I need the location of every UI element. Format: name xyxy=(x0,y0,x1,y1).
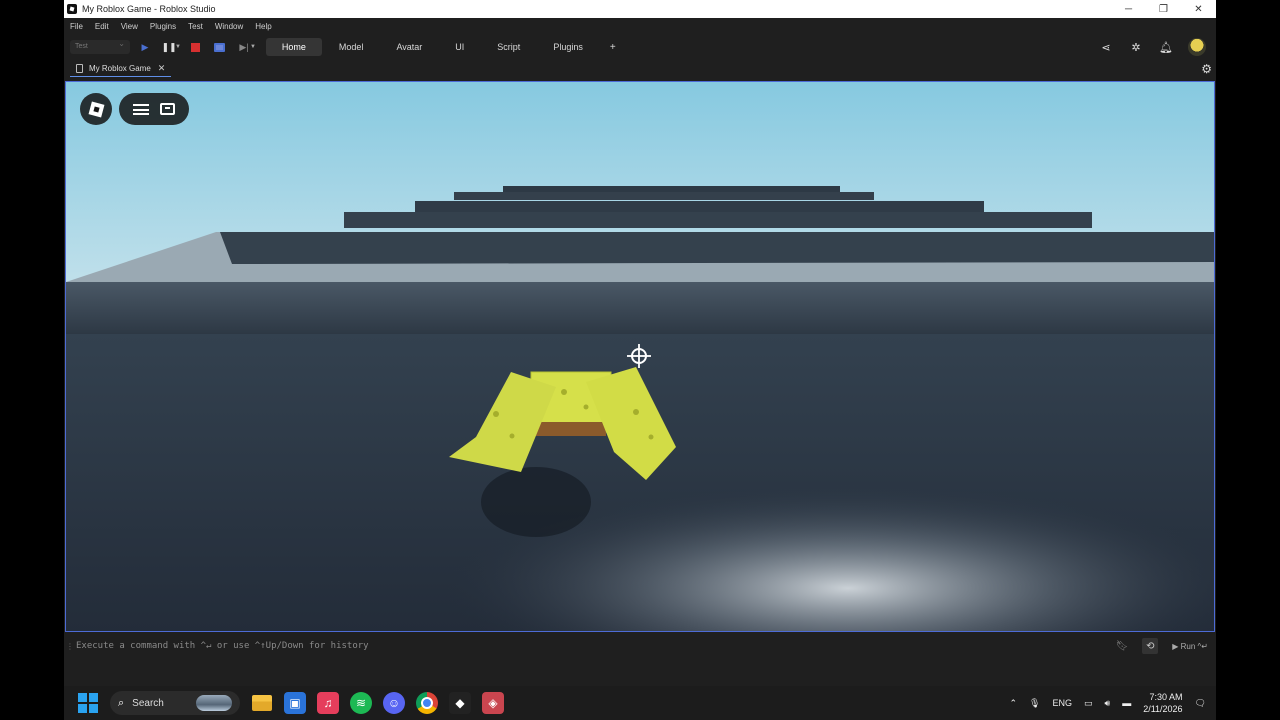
menu-help[interactable]: Help xyxy=(249,22,277,31)
apple-music-icon[interactable]: ♫ xyxy=(317,692,339,714)
menu-test[interactable]: Test xyxy=(182,22,209,31)
document-tab[interactable]: My Roblox Game ✕ xyxy=(70,61,172,77)
minimize-button[interactable]: ─ xyxy=(1111,4,1146,15)
stop-button[interactable] xyxy=(187,38,205,56)
share-icon[interactable]: ⋖ xyxy=(1098,41,1114,54)
windows-start-icon[interactable] xyxy=(78,693,98,713)
tab-ui[interactable]: UI xyxy=(439,38,480,56)
step-options-chevron-icon[interactable]: ▼ xyxy=(250,44,256,50)
chat-icon[interactable] xyxy=(160,103,176,115)
crosshair-icon xyxy=(627,344,651,368)
tab-model[interactable]: Model xyxy=(323,38,380,56)
language-indicator[interactable]: ENG xyxy=(1052,698,1072,708)
run-button[interactable]: ▶ Run ^↵ xyxy=(1172,642,1208,651)
menu-file[interactable]: File xyxy=(64,22,89,31)
notifications-icon[interactable]: 🗨︎ xyxy=(1195,698,1206,709)
ribbon-tabs: Home Model Avatar UI Script Plugins + xyxy=(265,38,627,56)
search-icon: ⌕ xyxy=(118,696,125,709)
game-menu-pill xyxy=(119,93,189,125)
discord-icon[interactable]: ☺ xyxy=(383,692,405,714)
window-title: My Roblox Game - Roblox Studio xyxy=(82,4,216,14)
tab-plugins[interactable]: Plugins xyxy=(537,38,599,56)
menu-bar: File Edit View Plugins Test Window Help xyxy=(64,18,1216,34)
system-tray: ⌃ 🎙︎ ENG ▭ 🔊︎ ▬ 7:30 AM 2/11/2026 🗨︎ xyxy=(1010,686,1207,720)
menu-view[interactable]: View xyxy=(115,22,144,31)
roblox-studio-window: My Roblox Game - Roblox Studio ─ ❐ ✕ Fil… xyxy=(64,0,1216,686)
command-bar-actions: 🔖︎ ⟲ ▶ Run ^↵ xyxy=(1116,638,1208,654)
document-tab-label: My Roblox Game xyxy=(89,64,151,73)
gear-icon[interactable]: ⚙ xyxy=(1201,62,1212,76)
network-icon[interactable]: ▭ xyxy=(1084,698,1093,709)
chrome-icon[interactable] xyxy=(416,692,438,714)
microphone-icon[interactable]: 🎙︎ xyxy=(1029,698,1040,709)
menu-plugins[interactable]: Plugins xyxy=(144,22,182,31)
show-hidden-icons-chevron-icon[interactable]: ⌃ xyxy=(1010,698,1018,709)
microsoft-store-icon[interactable]: ▣ xyxy=(284,692,306,714)
roblox-studio-taskbar-icon[interactable]: ◆ xyxy=(449,692,471,714)
close-tab-icon[interactable]: ✕ xyxy=(158,63,166,74)
roblox-studio-logo-icon xyxy=(67,4,77,14)
client-server-button[interactable] xyxy=(211,38,229,56)
file-explorer-icon[interactable] xyxy=(251,692,273,714)
toolbar-right-actions: ⋖ ✲ 🔔︎ xyxy=(1098,38,1206,56)
avatar[interactable] xyxy=(1188,38,1206,56)
volume-icon[interactable]: 🔊︎ xyxy=(1105,698,1111,709)
roblox-menu-button[interactable] xyxy=(80,93,112,125)
roblox-player-taskbar-icon[interactable]: ◈ xyxy=(482,692,504,714)
menu-window[interactable]: Window xyxy=(209,22,249,31)
search-highlight-image xyxy=(196,695,232,711)
clock-date: 2/11/2026 xyxy=(1143,704,1183,714)
restore-button[interactable]: ❐ xyxy=(1146,4,1181,15)
add-tab-button[interactable]: + xyxy=(600,38,626,56)
document-icon xyxy=(76,64,83,73)
menu-edit[interactable]: Edit xyxy=(89,22,115,31)
clock[interactable]: 7:30 AM 2/11/2026 xyxy=(1143,691,1182,715)
game-viewport[interactable] xyxy=(65,81,1215,632)
clock-time: 7:30 AM xyxy=(1149,692,1183,702)
battery-icon[interactable]: ▬ xyxy=(1122,698,1131,708)
tab-script[interactable]: Script xyxy=(481,38,536,56)
notifications-bell-icon[interactable]: 🔔︎ xyxy=(1158,41,1174,54)
run-button-label: Run ^↵ xyxy=(1180,641,1208,651)
roblox-logo-icon xyxy=(88,101,104,117)
taskbar-search[interactable]: ⌕ Search xyxy=(110,691,240,715)
tab-home[interactable]: Home xyxy=(265,38,322,56)
title-bar: My Roblox Game - Roblox Studio ─ ❐ ✕ xyxy=(64,0,1216,18)
spotify-icon[interactable]: ≋ xyxy=(350,692,372,714)
monitor-icon xyxy=(214,42,226,52)
stop-icon xyxy=(191,42,201,52)
document-tab-bar: My Roblox Game ✕ ⚙ xyxy=(64,60,1216,78)
toolbar: Test ▶ ❚❚ ▼ ▶| ▼ Home Model Avatar UI Sc… xyxy=(64,34,1216,60)
tab-avatar[interactable]: Avatar xyxy=(380,38,438,56)
play-options-chevron-icon[interactable]: ▼ xyxy=(175,44,181,50)
close-button[interactable]: ✕ xyxy=(1181,4,1216,15)
hamburger-menu-icon[interactable] xyxy=(132,103,149,115)
bookmark-icon[interactable]: 🔖︎ xyxy=(1116,641,1129,652)
command-bar: ⋮ 🔖︎ ⟲ ▶ Run ^↵ xyxy=(64,636,1216,656)
collaborate-icon[interactable]: ✲ xyxy=(1128,41,1144,54)
play-button[interactable]: ▶ xyxy=(136,38,154,56)
windows-taskbar: ⌕ Search ▣ ♫ ≋ ☺ ◆ ◈ ⌃ 🎙︎ ENG ▭ 🔊︎ ▬ 7:3… xyxy=(64,686,1216,720)
command-input[interactable] xyxy=(70,641,1116,651)
test-mode-select[interactable]: Test xyxy=(70,39,130,54)
history-icon[interactable]: ⟲ xyxy=(1142,638,1159,654)
taskbar-search-label: Search xyxy=(132,697,164,709)
